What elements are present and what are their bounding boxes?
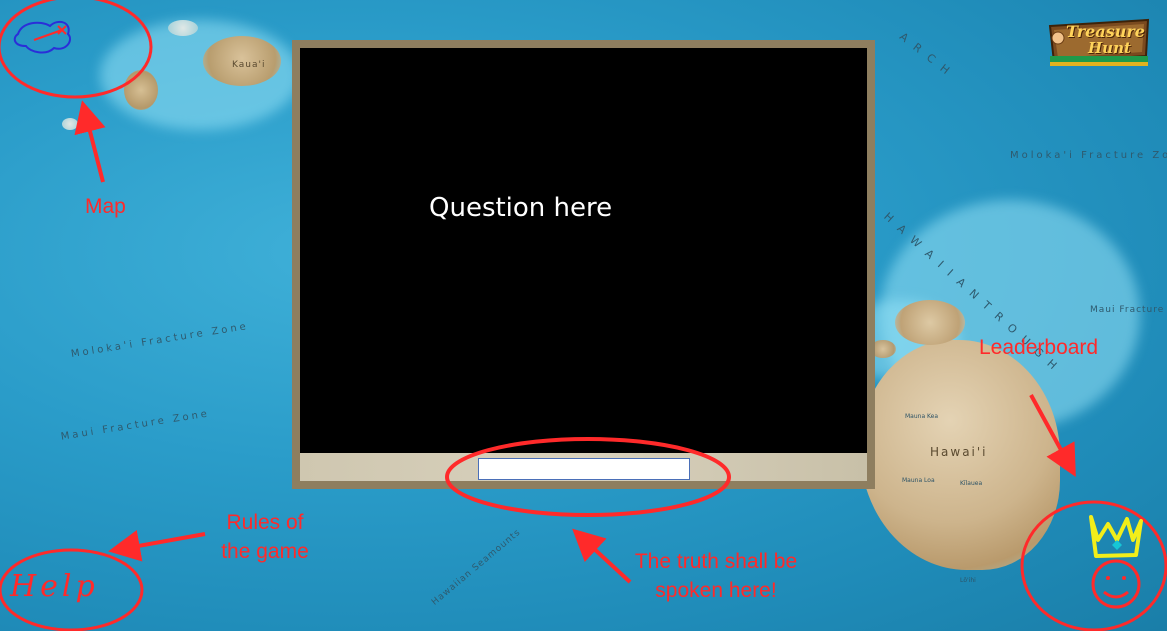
question-text: Question here <box>429 193 613 223</box>
map-label-arch: A R C H <box>896 30 955 79</box>
map-label-hawaii: Hawai'i <box>930 445 988 459</box>
map-label-molokai-fz-right: Moloka'i Fracture Zone <box>1010 150 1167 161</box>
leaderboard-button[interactable] <box>1020 495 1167 631</box>
map-label-seamounts: Hawaiian Seamounts <box>430 527 523 608</box>
maui-island <box>895 300 965 345</box>
map-label-molokai-fz-left: Moloka'i Fracture Zone <box>70 321 250 360</box>
logo-line2: Hunt <box>1088 39 1131 57</box>
rules-annotation-line2: the game <box>221 540 309 563</box>
rules-annotation-line1: Rules of <box>226 511 304 534</box>
map-annotation-label: Map <box>85 195 126 218</box>
map-label-loihi: Lō'ihi <box>960 577 976 584</box>
map-label-mauna-loa: Mauna Loa <box>902 477 935 484</box>
answer-input[interactable] <box>478 458 690 480</box>
question-panel: Question here <box>292 40 875 489</box>
truth-annotation-line1: The truth shall be <box>634 550 798 573</box>
map-label-mauna-kea: Mauna Kea <box>905 413 939 420</box>
lehua-island <box>168 20 198 36</box>
kaula-island <box>62 118 78 130</box>
truth-annotation: The truth shall be spoken here! <box>620 547 812 605</box>
map-label-kilauea: Kīlauea <box>960 480 983 487</box>
map-label-maui-fz-left: Maui Fracture Zone <box>60 408 211 443</box>
map-button[interactable] <box>0 0 152 100</box>
answer-bar <box>300 453 867 481</box>
treasure-hunt-logo: Treasure Hunt <box>1044 12 1154 68</box>
rules-annotation: Rules of the game <box>210 508 320 566</box>
question-screen: Question here <box>300 48 867 453</box>
map-label-maui-fz-right: Maui Fracture Zone <box>1090 305 1167 315</box>
map-label-kauai: Kaua'i <box>232 60 266 70</box>
truth-annotation-line2: spoken here! <box>655 579 777 602</box>
help-button-label: Help <box>10 569 99 604</box>
leaderboard-annotation-label: Leaderboard <box>979 336 1099 359</box>
